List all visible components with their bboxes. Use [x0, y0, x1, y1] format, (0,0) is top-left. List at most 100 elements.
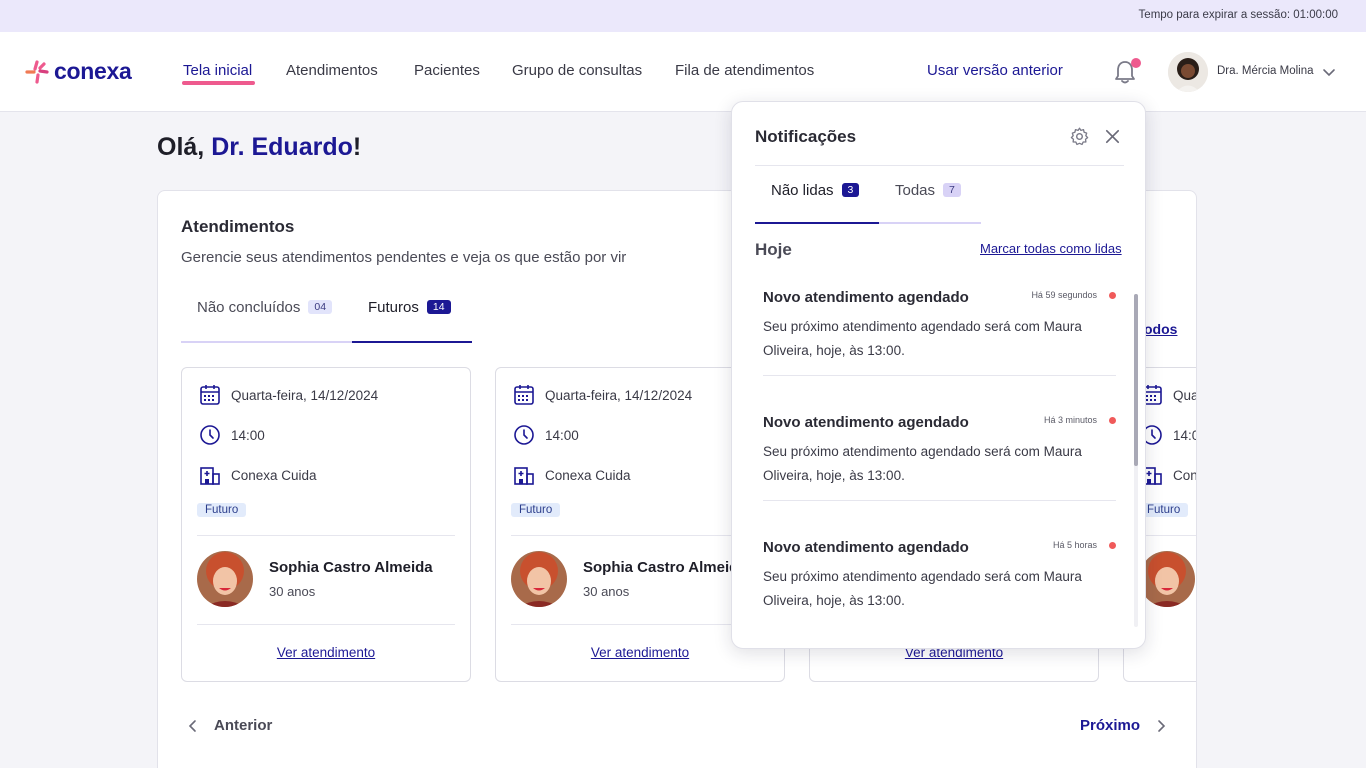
card-time-row: 14:00	[513, 424, 579, 446]
panel-title: Atendimentos	[181, 217, 295, 236]
notifications-title: Notificações	[755, 127, 857, 146]
user-avatar[interactable]	[1168, 52, 1208, 92]
tab-nao-concluidos[interactable]: Não concluídos 04	[181, 299, 352, 343]
logo-text: conexa	[54, 58, 132, 84]
patient-avatar	[197, 551, 253, 607]
card-place: Con	[1173, 467, 1197, 483]
tab-futuros[interactable]: Futuros 14	[352, 299, 472, 343]
tab-count-badge: 3	[841, 183, 860, 197]
mark-all-read-link[interactable]: Marcar todas como lidas	[980, 241, 1122, 256]
panel-subtitle: Gerencie seus atendimentos pendentes e v…	[181, 249, 627, 266]
clock-icon	[200, 425, 220, 445]
greeting: Olá, Dr. Eduardo!	[157, 133, 361, 162]
tab-unread[interactable]: Não lidas 3	[755, 182, 879, 224]
user-avatar-image	[1168, 52, 1208, 92]
user-name[interactable]: Dra. Mércia Molina	[1217, 65, 1314, 77]
card-place-row: Con	[1141, 464, 1197, 486]
section-today-heading: Hoje	[755, 240, 792, 259]
card-time: 14:0	[1173, 427, 1197, 443]
hospital-icon	[514, 467, 534, 485]
close-icon[interactable]	[1103, 127, 1122, 146]
scrollbar-thumb[interactable]	[1134, 294, 1138, 466]
card-date-row: Quarta-feira, 14/12/2024	[199, 384, 378, 406]
logo[interactable]: conexa	[24, 58, 132, 85]
tab-count-badge: 14	[426, 300, 451, 314]
card-time-row: 14:00	[199, 424, 265, 446]
notification-body: Seu próximo atendimento agendado será co…	[763, 569, 1082, 608]
patient-avatar	[511, 551, 567, 607]
notification-divider	[763, 500, 1116, 501]
view-appointment-link[interactable]: Ver atendimento	[182, 645, 470, 660]
card-place-row: Conexa Cuida	[513, 464, 631, 486]
notification-time: Há 5 horas	[1052, 540, 1097, 550]
unread-dot	[1109, 542, 1116, 549]
notifications-panel: Notificações Não lidas 3 Todas 7 Hoje Marc…	[731, 101, 1146, 649]
patient-avatar-image	[511, 551, 567, 607]
card-time-row: 14:0	[1141, 424, 1197, 446]
card-divider	[197, 624, 455, 625]
chevron-down-icon[interactable]	[1322, 65, 1336, 79]
chevron-left-icon	[188, 719, 196, 732]
session-timer: Tempo para expirar a sessão: 01:00:00	[1138, 9, 1338, 21]
notification-dot	[1131, 58, 1141, 68]
unread-dot	[1109, 292, 1116, 299]
gear-icon[interactable]	[1069, 126, 1090, 147]
nav-atendimentos[interactable]: Atendimentos	[286, 62, 378, 79]
status-badge: Futuro	[1139, 503, 1189, 517]
tab-label: Todas	[895, 182, 936, 199]
card-date-row: Quarta-feira, 14/12/2024	[513, 384, 692, 406]
notification-title: Novo atendimento agendado	[763, 539, 969, 556]
conexa-logo-icon	[25, 59, 49, 84]
nav-home[interactable]: Tela inicial	[183, 62, 252, 79]
patient-age: 30 anos	[269, 584, 316, 599]
status-badge: Futuro	[197, 503, 247, 517]
card-date: Quarta-feira, 14/12/2024	[231, 387, 379, 403]
top-header: conexa Tela inicial Atendimentos Pacient…	[0, 32, 1366, 112]
tab-label: Não concluídos	[197, 299, 301, 316]
notification-body: Seu próximo atendimento agendado será co…	[763, 319, 1082, 358]
notification-divider	[763, 375, 1116, 376]
pager-previous-button[interactable]: Anterior	[186, 717, 272, 734]
notification-time: Há 59 segundos	[1031, 290, 1097, 300]
pager-next-label: Próximo	[1080, 717, 1141, 734]
tab-count-badge: 04	[308, 300, 333, 314]
tab-label: Não lidas	[771, 182, 834, 199]
card-time: 14:00	[231, 427, 265, 443]
card-place: Conexa Cuida	[545, 467, 631, 483]
tab-all[interactable]: Todas 7	[879, 182, 981, 224]
use-previous-version-link[interactable]: Usar versão anterior	[927, 62, 1063, 79]
clock-icon	[514, 425, 534, 445]
card-date: Qua	[1173, 387, 1197, 403]
card-place-row: Conexa Cuida	[199, 464, 317, 486]
pager-next-button[interactable]: Próximo	[1080, 717, 1168, 734]
patient-avatar-image	[1139, 551, 1195, 607]
hospital-icon	[200, 467, 220, 485]
patient-age: 30 anos	[583, 584, 630, 599]
card-date: Quarta-feira, 14/12/2024	[545, 387, 693, 403]
card-divider	[1139, 535, 1196, 536]
patient-avatar-image	[197, 551, 253, 607]
notification-title: Novo atendimento agendado	[763, 414, 969, 431]
nav-pacientes[interactable]: Pacientes	[414, 62, 480, 79]
patient-name: Sophia Castro Almeida	[583, 559, 747, 576]
see-all-link[interactable]: odos	[1144, 321, 1177, 337]
notification-item[interactable]: Novo atendimento agendado Há 3 minutos S…	[763, 414, 1116, 539]
chevron-right-icon	[1158, 719, 1166, 732]
notifications-divider	[755, 165, 1124, 166]
notification-item[interactable]: Novo atendimento agendado Há 5 horas Seu…	[763, 539, 1116, 648]
tab-count-badge: 7	[943, 183, 961, 197]
nav-grupo-consultas[interactable]: Grupo de consultas	[512, 62, 642, 79]
nav-fila-atendimentos[interactable]: Fila de atendimentos	[675, 62, 814, 79]
card-time: 14:00	[545, 427, 579, 443]
unread-dot	[1109, 417, 1116, 424]
patient-name: Sophia Castro Almeida	[269, 559, 433, 576]
calendar-icon	[200, 385, 220, 405]
notification-item[interactable]: Novo atendimento agendado Há 59 segundos…	[763, 289, 1116, 414]
calendar-icon	[514, 385, 534, 405]
status-badge: Futuro	[511, 503, 561, 517]
card-date-row: Qua	[1141, 384, 1197, 406]
patient-avatar	[1139, 551, 1195, 607]
notification-time: Há 3 minutos	[1043, 415, 1097, 425]
notification-body: Seu próximo atendimento agendado será co…	[763, 444, 1082, 483]
nav-active-indicator	[182, 81, 255, 85]
